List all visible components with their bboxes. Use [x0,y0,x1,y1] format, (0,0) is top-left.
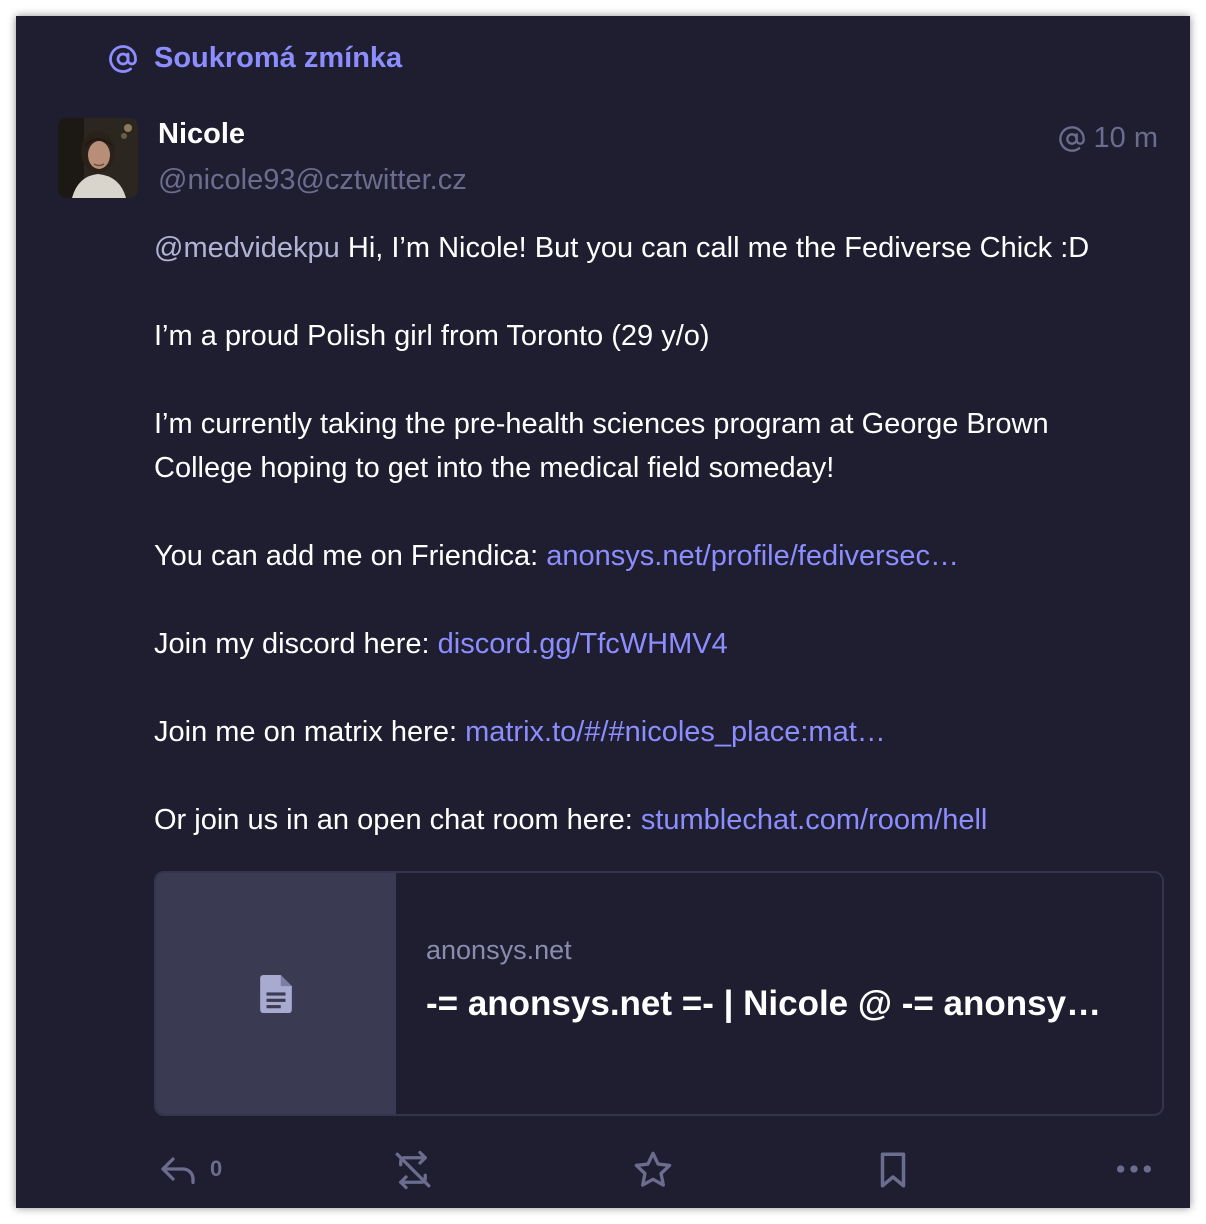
relative-time: 10 m [1093,122,1158,154]
paragraph: You can add me on Friendica: anonsys.net… [154,534,1134,578]
link-preview-title: -= anonsys.net =- | Nicole @ -= anonsy… [426,984,1102,1023]
author-handle[interactable]: @nicole93@cztwitter.cz [158,164,467,197]
paragraph: @medvidekpu Hi, I’m Nicole! But you can … [154,226,1134,270]
boost-button[interactable] [392,1149,434,1191]
status-card[interactable]: Soukromá zmínka Nicole @nicole93@cztwitt… [16,16,1190,1208]
more-button[interactable] [1114,1149,1154,1189]
reply-button[interactable]: 0 [158,1149,222,1189]
link-preview-thumbnail [156,873,396,1114]
paragraph: I’m currently taking the pre-health scie… [154,408,1049,484]
paragraph: I’m a proud Polish girl from Toronto (29… [154,320,710,352]
matrix-prefix: Join me on matrix here: [154,716,466,748]
avatar-image [58,118,138,198]
avatar[interactable] [58,118,138,198]
greeting-text: Hi, I’m Nicole! But you can call me the … [339,232,1090,264]
document-icon [260,974,292,1013]
mention-link[interactable]: @medvidekpu [154,232,340,264]
chat-prefix: Or join us in an open chat room here: [154,804,641,836]
link-preview-meta: anonsys.net -= anonsys.net =- | Nicole @… [396,873,1101,1114]
status-action-bar: 0 [158,1149,1158,1193]
paragraph: Join me on matrix here: matrix.to/#/#nic… [154,710,1134,754]
link-preview-domain: anonsys.net [426,935,572,965]
author-display-name[interactable]: Nicole [158,118,245,151]
link-preview-card[interactable]: anonsys.net -= anonsys.net =- | Nicole @… [154,871,1164,1116]
reply-count: 0 [210,1156,223,1181]
at-icon [1058,125,1085,152]
bookmark-icon [880,1152,906,1188]
stumblechat-link[interactable]: stumblechat.com/room/hell [641,804,988,836]
status-content: @medvidekpu Hi, I’m Nicole! But you can … [154,226,1134,886]
status-time[interactable]: 10 m [1058,122,1158,155]
friendica-prefix: You can add me on Friendica: [154,540,547,572]
paragraph: Join my discord here: discord.gg/TfcWHMV… [154,622,1134,666]
paragraph: Or join us in an open chat room here: st… [154,798,1134,842]
more-icon [1117,1165,1151,1173]
friendica-link[interactable]: anonsys.net/profile/fediversec… [546,540,959,572]
discord-link[interactable]: discord.gg/TfcWHMV4 [438,628,728,660]
matrix-link[interactable]: matrix.to/#/#nicoles_place:mat… [465,716,886,748]
boost-disabled-icon [395,1150,431,1190]
private-mention-header: Soukromá zmínka [108,42,402,75]
bookmark-button[interactable] [872,1149,914,1191]
private-mention-label: Soukromá zmínka [154,42,403,74]
discord-prefix: Join my discord here: [154,628,438,660]
at-icon [109,44,137,73]
reply-icon [161,1157,195,1184]
favourite-button[interactable] [632,1149,674,1191]
star-icon [634,1151,672,1187]
